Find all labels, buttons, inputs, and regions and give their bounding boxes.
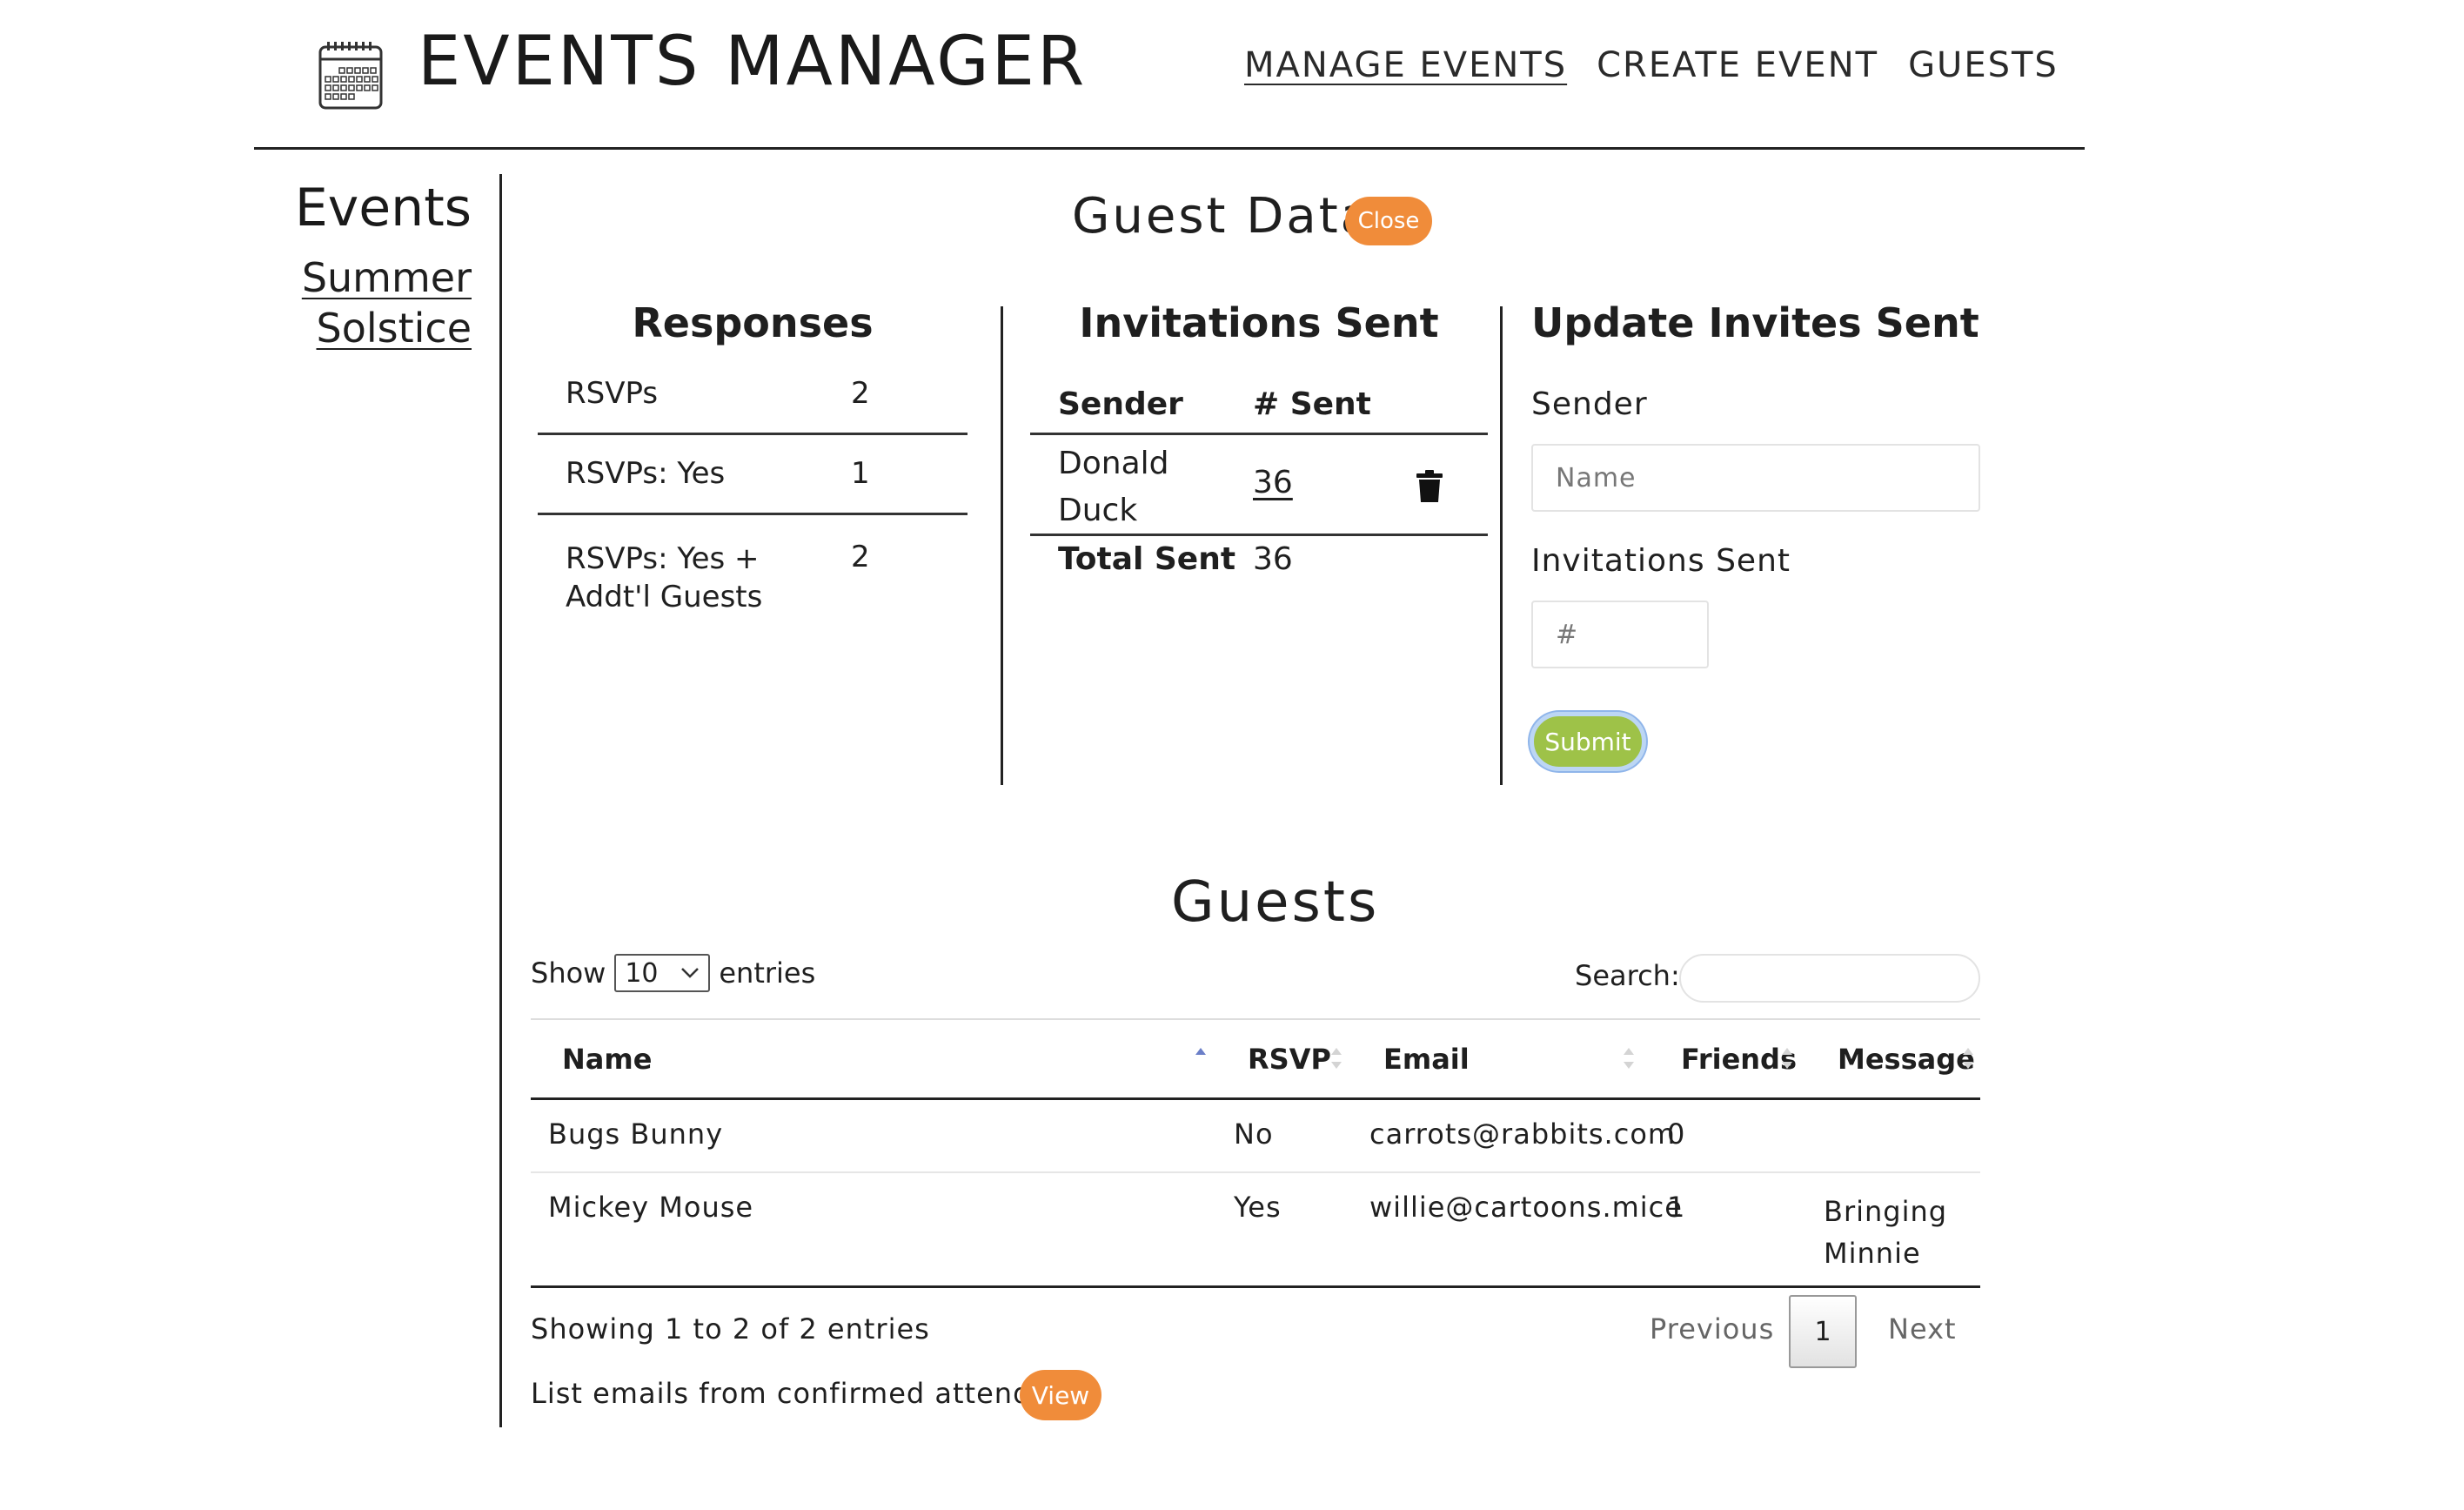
guest-friends: 0 xyxy=(1667,1117,1686,1151)
col-name-header[interactable]: Name xyxy=(562,1043,652,1076)
guests-table-header: Name RSVP Email Friends Message xyxy=(531,1020,1980,1100)
sort-icon xyxy=(1963,1048,1973,1069)
update-invites-title: Update Invites Sent xyxy=(1531,299,1979,346)
guest-email: carrots@rabbits.com xyxy=(1369,1117,1677,1151)
table-info: Showing 1 to 2 of 2 entries xyxy=(531,1312,930,1346)
guest-data-title: Guest Data xyxy=(1072,188,1373,245)
page-1-button[interactable]: 1 xyxy=(1789,1295,1857,1368)
sort-icon xyxy=(1624,1048,1634,1069)
nav-manage-events[interactable]: MANAGE EVENTS xyxy=(1244,45,1567,85)
page-length-value: 10 xyxy=(625,957,659,989)
show-label: Show xyxy=(531,956,606,990)
sender-name-input[interactable] xyxy=(1531,444,1980,512)
response-value: 2 xyxy=(851,376,870,411)
guests-table: Name RSVP Email Friends Message Bugs Bun… xyxy=(531,1018,1980,1288)
response-label: RSVPs: Yes xyxy=(566,456,726,491)
responses-row: RSVPs: Yes + Addt'l Guests 2 xyxy=(538,515,968,620)
guest-email: willie@cartoons.mice xyxy=(1369,1191,1683,1224)
nav-create-event[interactable]: CREATE EVENT xyxy=(1597,45,1878,85)
invitations-header: Sender # Sent xyxy=(1030,381,1488,435)
responses-title: Responses xyxy=(632,299,874,346)
sort-asc-icon xyxy=(1195,1048,1206,1055)
entries-label: entries xyxy=(719,956,816,990)
main-nav: MANAGE EVENTS CREATE EVENT GUESTS xyxy=(1244,45,2059,85)
col-message-header[interactable]: Message xyxy=(1838,1043,1975,1076)
total-sent-value: 36 xyxy=(1253,541,1293,577)
invitations-sent-input[interactable] xyxy=(1531,601,1709,668)
col-email-header[interactable]: Email xyxy=(1383,1043,1470,1076)
previous-page-button[interactable]: Previous xyxy=(1650,1312,1774,1346)
view-emails-button[interactable]: View xyxy=(1020,1370,1101,1420)
event-link-summer-solstice[interactable]: Summer Solstice xyxy=(245,252,472,353)
responses-table: RSVPs 2 RSVPs: Yes 1 RSVPs: Yes + Addt'l… xyxy=(538,359,968,620)
guest-friends: 1 xyxy=(1667,1191,1686,1224)
response-value: 1 xyxy=(851,456,870,491)
response-label: RSVPs xyxy=(566,376,659,411)
sent-count-link[interactable]: 36 xyxy=(1253,465,1293,500)
next-page-button[interactable]: Next xyxy=(1888,1312,1957,1346)
nav-guests[interactable]: GUESTS xyxy=(1908,45,2059,85)
invitations-title: Invitations Sent xyxy=(1079,299,1439,346)
guest-rsvp: Yes xyxy=(1234,1191,1282,1224)
col-sent: # Sent xyxy=(1253,386,1371,422)
invitation-row: Donald Duck 36 xyxy=(1030,435,1488,536)
responses-row: RSVPs 2 xyxy=(538,359,968,435)
total-sent-label: Total Sent xyxy=(1058,541,1236,577)
sender-label: Sender xyxy=(1531,386,1648,422)
chevron-down-icon xyxy=(681,968,700,978)
sidebar-title: Events xyxy=(294,178,472,238)
table-row: Bugs Bunny No carrots@rabbits.com 0 xyxy=(531,1100,1980,1173)
search-input[interactable] xyxy=(1679,954,1980,1003)
table-row: Mickey Mouse Yes willie@cartoons.mice 1 … xyxy=(531,1173,1980,1288)
app-header: EVENTS MANAGER MANAGE EVENTS CREATE EVEN… xyxy=(254,0,2085,150)
page-length-control: Show 10 entries xyxy=(531,954,815,992)
page-length-select[interactable]: 10 xyxy=(614,954,711,992)
confirmed-emails-text: List emails from confirmed attendees xyxy=(531,1377,1083,1410)
guest-name: Mickey Mouse xyxy=(548,1191,754,1224)
guests-title: Guests xyxy=(1171,870,1380,935)
invitations-total-row: Total Sent 36 xyxy=(1030,536,1488,588)
submit-button[interactable]: Submit xyxy=(1530,712,1646,771)
search-label: Search: xyxy=(1575,959,1680,992)
app-title: EVENTS MANAGER xyxy=(418,23,1088,101)
close-button[interactable]: Close xyxy=(1345,197,1432,245)
responses-row: RSVPs: Yes 1 xyxy=(538,435,968,515)
guest-message: Bringing Minnie xyxy=(1824,1195,1948,1270)
panel-divider xyxy=(1001,306,1003,785)
calendar-icon xyxy=(318,42,383,110)
sender-name: Donald Duck xyxy=(1058,446,1169,528)
response-value: 2 xyxy=(851,540,870,574)
sort-icon xyxy=(1782,1048,1792,1069)
guest-name: Bugs Bunny xyxy=(548,1117,724,1151)
response-label: RSVPs: Yes + Addt'l Guests xyxy=(566,541,763,614)
sort-icon xyxy=(1331,1048,1342,1069)
invitations-sent-label: Invitations Sent xyxy=(1531,543,1791,579)
guest-rsvp: No xyxy=(1234,1117,1274,1151)
col-rsvp-header[interactable]: RSVP xyxy=(1248,1043,1331,1076)
col-sender: Sender xyxy=(1058,386,1183,422)
invitations-table: Sender # Sent Donald Duck 36 Total Sent … xyxy=(1030,381,1488,588)
panel-divider xyxy=(1500,306,1503,785)
events-sidebar: Events Summer Solstice xyxy=(254,174,502,1427)
trash-icon[interactable] xyxy=(1416,470,1443,503)
